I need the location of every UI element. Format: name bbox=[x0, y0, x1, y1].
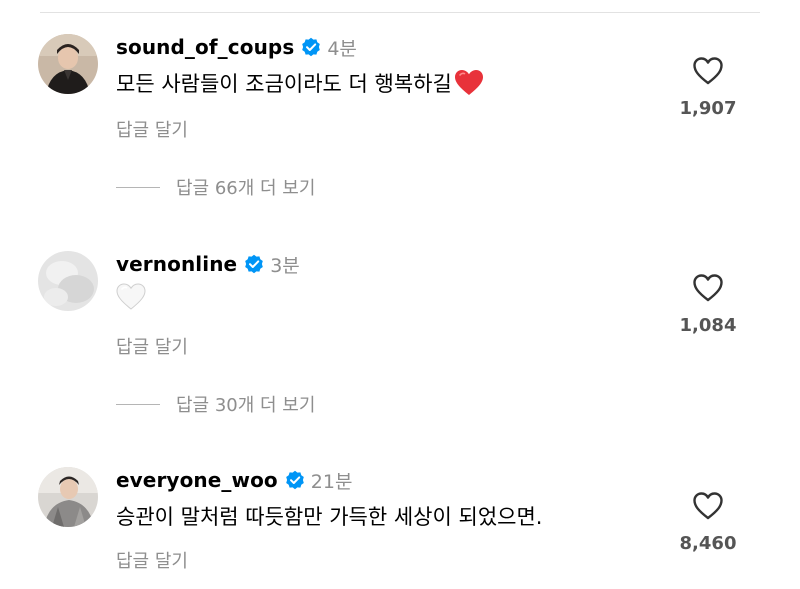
avatar[interactable] bbox=[38, 34, 98, 94]
like-count: 1,084 bbox=[679, 315, 737, 336]
heart-outline-icon[interactable] bbox=[692, 491, 724, 521]
comment-header: vernonline 3분 bbox=[116, 251, 300, 277]
like-count: 1,907 bbox=[679, 98, 737, 119]
view-replies-label: 답글 66개 더 보기 bbox=[176, 178, 316, 199]
reply-button[interactable]: 답글 달기 bbox=[116, 547, 188, 573]
like-area: 1,084 bbox=[660, 273, 756, 336]
avatar[interactable] bbox=[38, 251, 98, 311]
username[interactable]: vernonline bbox=[116, 252, 237, 276]
comment-text: 승관이 말처럼 따듯함만 가득한 세상이 되었으면. bbox=[116, 501, 542, 531]
comment-text: 모든 사람들이 조금이라도 더 행복하길 bbox=[116, 68, 484, 98]
comment-time: 4분 bbox=[327, 37, 357, 60]
comment-text-content: 모든 사람들이 조금이라도 더 행복하길 bbox=[116, 72, 452, 96]
username[interactable]: everyone_woo bbox=[116, 468, 278, 492]
like-area: 8,460 bbox=[660, 491, 756, 554]
verified-badge-icon bbox=[285, 470, 305, 490]
view-replies-label: 답글 30개 더 보기 bbox=[176, 395, 316, 416]
comment-time: 21분 bbox=[310, 470, 353, 493]
heart-outline-icon[interactable] bbox=[692, 273, 724, 303]
reply-button[interactable]: 답글 달기 bbox=[116, 116, 188, 142]
comment-text bbox=[116, 283, 146, 311]
view-replies-button[interactable]: 답글 66개 더 보기 bbox=[116, 174, 315, 200]
replies-divider-line bbox=[116, 186, 160, 188]
red-heart-emoji bbox=[454, 69, 484, 97]
like-area: 1,907 bbox=[660, 56, 756, 119]
comment-text-content: 승관이 말처럼 따듯함만 가득한 세상이 되었으면. bbox=[116, 505, 543, 529]
comment-time: 3분 bbox=[270, 254, 300, 277]
replies-divider-line bbox=[116, 403, 160, 405]
like-count: 8,460 bbox=[679, 533, 737, 554]
avatar[interactable] bbox=[38, 467, 98, 527]
verified-badge-icon bbox=[301, 37, 321, 57]
top-divider bbox=[40, 12, 760, 13]
comment-header: sound_of_coups 4분 bbox=[116, 34, 357, 60]
reply-button[interactable]: 답글 달기 bbox=[116, 333, 188, 359]
heart-outline-icon[interactable] bbox=[692, 56, 724, 86]
view-replies-button[interactable]: 답글 30개 더 보기 bbox=[116, 391, 315, 417]
verified-badge-icon bbox=[244, 254, 264, 274]
white-heart-emoji bbox=[116, 283, 146, 311]
username[interactable]: sound_of_coups bbox=[116, 35, 294, 59]
comment-header: everyone_woo 21분 bbox=[116, 467, 352, 493]
